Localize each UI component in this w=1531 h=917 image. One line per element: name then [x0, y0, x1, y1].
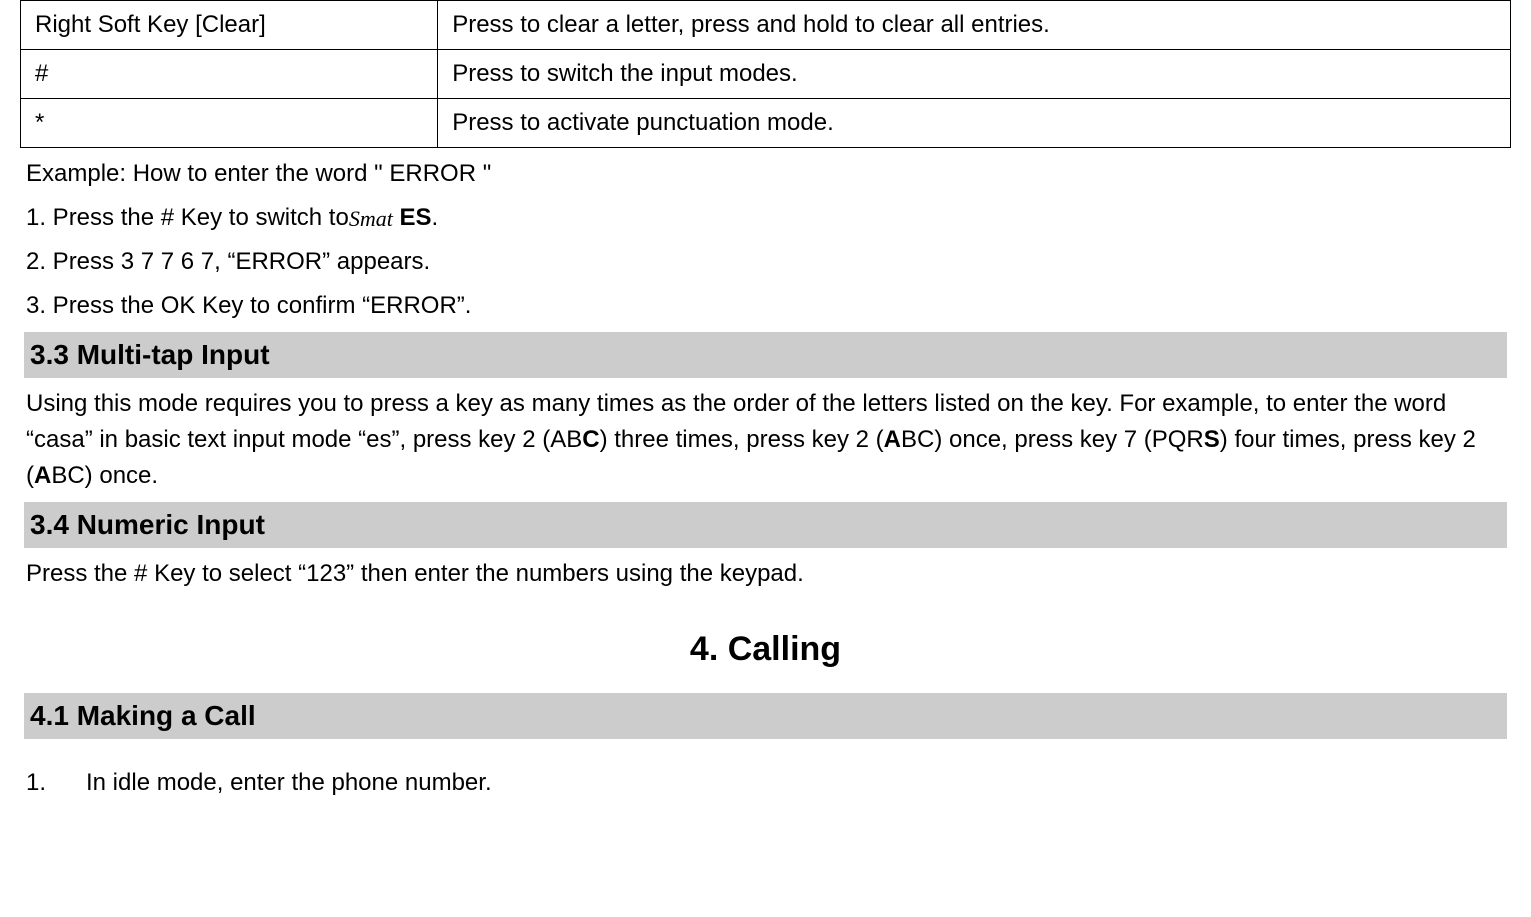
table-row: Right Soft Key [Clear] Press to clear a … [21, 1, 1511, 50]
bold-A2: A [34, 462, 51, 489]
section-4-1-item1: 1. In idle mode, enter the phone number. [26, 765, 1505, 801]
table-row: * Press to activate punctuation mode. [21, 99, 1511, 148]
item-text: In idle mode, enter the phone number. [76, 765, 492, 801]
key-cell: * [21, 99, 438, 148]
chapter-4-heading: 4. Calling [20, 624, 1511, 675]
step1-mode: ES [393, 204, 432, 231]
example-step2: 2. Press 3 7 7 6 7, “ERROR” appears. [26, 244, 1505, 280]
key-cell: Right Soft Key [Clear] [21, 1, 438, 50]
example-intro: Example: How to enter the word " ERROR " [26, 156, 1505, 192]
s33-mid2: BC) once, press key 7 (PQR [901, 426, 1204, 453]
bold-C: C [582, 426, 599, 453]
step1-dot: . [432, 204, 439, 231]
desc-cell: Press to switch the input modes. [438, 50, 1511, 99]
section-3-4-heading: 3.4 Numeric Input [24, 502, 1507, 548]
s33-mid1: ) three times, press key 2 ( [600, 426, 884, 453]
s33-post: BC) once. [51, 462, 158, 489]
table-row: # Press to switch the input modes. [21, 50, 1511, 99]
section-3-3-body: Using this mode requires you to press a … [26, 386, 1505, 494]
bold-S: S [1204, 426, 1220, 453]
section-4-1-heading: 4.1 Making a Call [24, 693, 1507, 739]
desc-cell: Press to activate punctuation mode. [438, 99, 1511, 148]
smart-mode-icon: Smat [349, 206, 393, 231]
desc-cell: Press to clear a letter, press and hold … [438, 1, 1511, 50]
bold-A1: A [884, 426, 901, 453]
section-3-3-heading: 3.3 Multi-tap Input [24, 332, 1507, 378]
example-step3: 3. Press the OK Key to confirm “ERROR”. [26, 288, 1505, 324]
example-step1: 1. Press the # Key to switch toSmat ES. [26, 200, 1505, 236]
step1-pre: 1. Press the # Key to switch to [26, 204, 349, 231]
section-3-4-body: Press the # Key to select “123” then ent… [26, 556, 1505, 592]
key-cell: # [21, 50, 438, 99]
key-table: Right Soft Key [Clear] Press to clear a … [20, 0, 1511, 148]
item-number: 1. [26, 765, 76, 801]
